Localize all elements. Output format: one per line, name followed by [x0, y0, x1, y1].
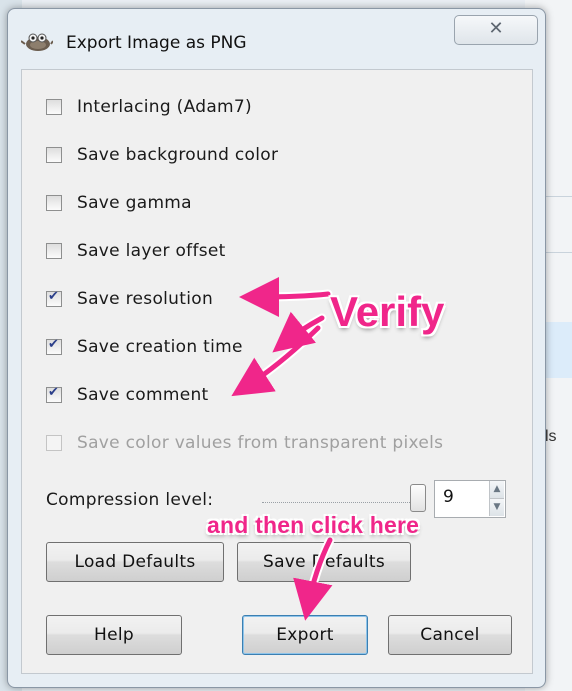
checkbox[interactable] — [46, 99, 62, 115]
spin-down-arrow-icon[interactable]: ▼ — [489, 498, 504, 516]
option-row[interactable]: Save gamma — [46, 188, 192, 218]
option-label: Save color values from transparent pixel… — [77, 433, 444, 453]
compression-value[interactable]: 9 — [443, 487, 454, 507]
spin-up-arrow-icon[interactable]: ▲ — [489, 481, 504, 498]
title-bar[interactable]: Export Image as PNG ✕ — [8, 9, 545, 69]
annotation-then-click-here: and then click here — [207, 512, 420, 538]
option-label[interactable]: Interlacing (Adam7) — [77, 97, 252, 117]
option-label[interactable]: Save resolution — [77, 289, 213, 309]
option-row[interactable]: Save creation time — [46, 332, 243, 362]
help-button[interactable]: Help — [46, 615, 182, 655]
compression-label: Compression level: — [46, 490, 214, 510]
close-button[interactable]: ✕ — [454, 15, 538, 45]
option-row[interactable]: Save background color — [46, 140, 278, 170]
checkbox-checked[interactable] — [46, 385, 62, 403]
option-row[interactable]: Save resolution — [46, 284, 213, 314]
close-icon: ✕ — [488, 18, 504, 39]
checkbox-checked[interactable] — [46, 337, 62, 355]
option-row: Save color values from transparent pixel… — [46, 428, 443, 458]
checkbox[interactable] — [46, 243, 62, 259]
checkbox — [46, 435, 62, 451]
dialog-content: Interlacing (Adam7) Save background color… — [21, 69, 533, 674]
option-row[interactable]: Save layer offset — [46, 236, 226, 266]
export-dialog: Export Image as PNG ✕ Interlacing (Adam7… — [7, 8, 546, 688]
load-defaults-button[interactable]: Load Defaults — [46, 542, 224, 582]
gimp-icon — [21, 33, 53, 51]
checkbox[interactable] — [46, 147, 62, 163]
option-label[interactable]: Save background color — [77, 145, 278, 165]
annotation-verify: Verify — [330, 288, 445, 335]
compression-slider-track[interactable] — [262, 502, 422, 503]
checkbox-checked[interactable] — [46, 289, 62, 307]
option-label[interactable]: Save creation time — [77, 337, 243, 357]
cancel-button[interactable]: Cancel — [388, 615, 512, 655]
compression-spinbox[interactable]: 9 ▲ ▼ — [434, 480, 506, 518]
compression-slider-handle[interactable] — [410, 484, 426, 512]
background-text: ls — [545, 428, 557, 445]
save-defaults-button[interactable]: Save Defaults — [237, 542, 411, 582]
option-label[interactable]: Save layer offset — [77, 241, 226, 261]
checkbox[interactable] — [46, 195, 62, 211]
option-row[interactable]: Interlacing (Adam7) — [46, 92, 252, 122]
option-row[interactable]: Save comment — [46, 380, 209, 410]
option-label[interactable]: Save gamma — [77, 193, 192, 213]
option-label[interactable]: Save comment — [77, 385, 209, 405]
dialog-title: Export Image as PNG — [66, 33, 247, 53]
export-button[interactable]: Export — [242, 615, 368, 655]
